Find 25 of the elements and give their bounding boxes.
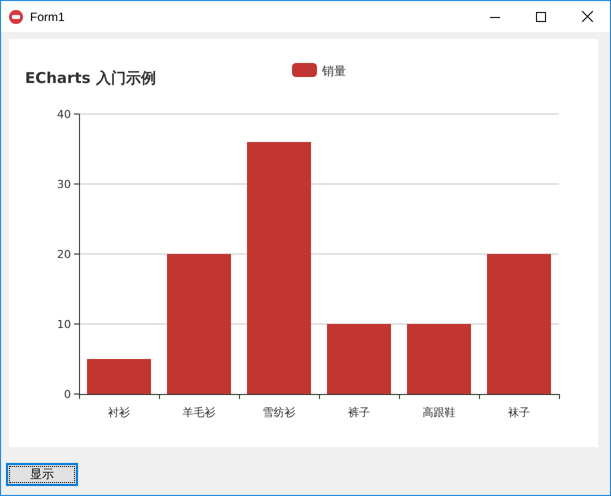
window-title: Form1 <box>30 10 66 24</box>
chart-title: ECharts 入门示例 <box>25 69 156 87</box>
bar[interactable] <box>407 324 471 394</box>
bar[interactable] <box>247 142 311 394</box>
bar[interactable] <box>327 324 391 394</box>
y-tick-label: 20 <box>57 248 71 261</box>
y-tick-label: 10 <box>57 318 71 331</box>
y-tick-label: 30 <box>57 178 71 191</box>
app-icon <box>9 10 23 24</box>
x-tick-label: 袜子 <box>508 406 530 419</box>
maximize-icon[interactable] <box>536 12 546 22</box>
x-tick-label: 衬衫 <box>108 406 130 419</box>
bar[interactable] <box>487 254 551 394</box>
x-tick-label: 雪纺衫 <box>262 406 296 419</box>
y-tick-label: 40 <box>57 108 71 121</box>
x-tick-label: 高跟鞋 <box>422 406 456 419</box>
legend-label[interactable]: 销量 <box>322 64 346 78</box>
bar[interactable] <box>87 359 151 394</box>
close-icon[interactable] <box>582 11 592 22</box>
x-tick-label: 羊毛衫 <box>182 406 216 419</box>
bar[interactable] <box>167 254 231 394</box>
x-tick-label: 裤子 <box>348 406 370 419</box>
show-button[interactable]: 显示 <box>6 463 78 486</box>
y-tick-label: 0 <box>64 388 71 401</box>
legend-swatch[interactable] <box>292 63 317 77</box>
